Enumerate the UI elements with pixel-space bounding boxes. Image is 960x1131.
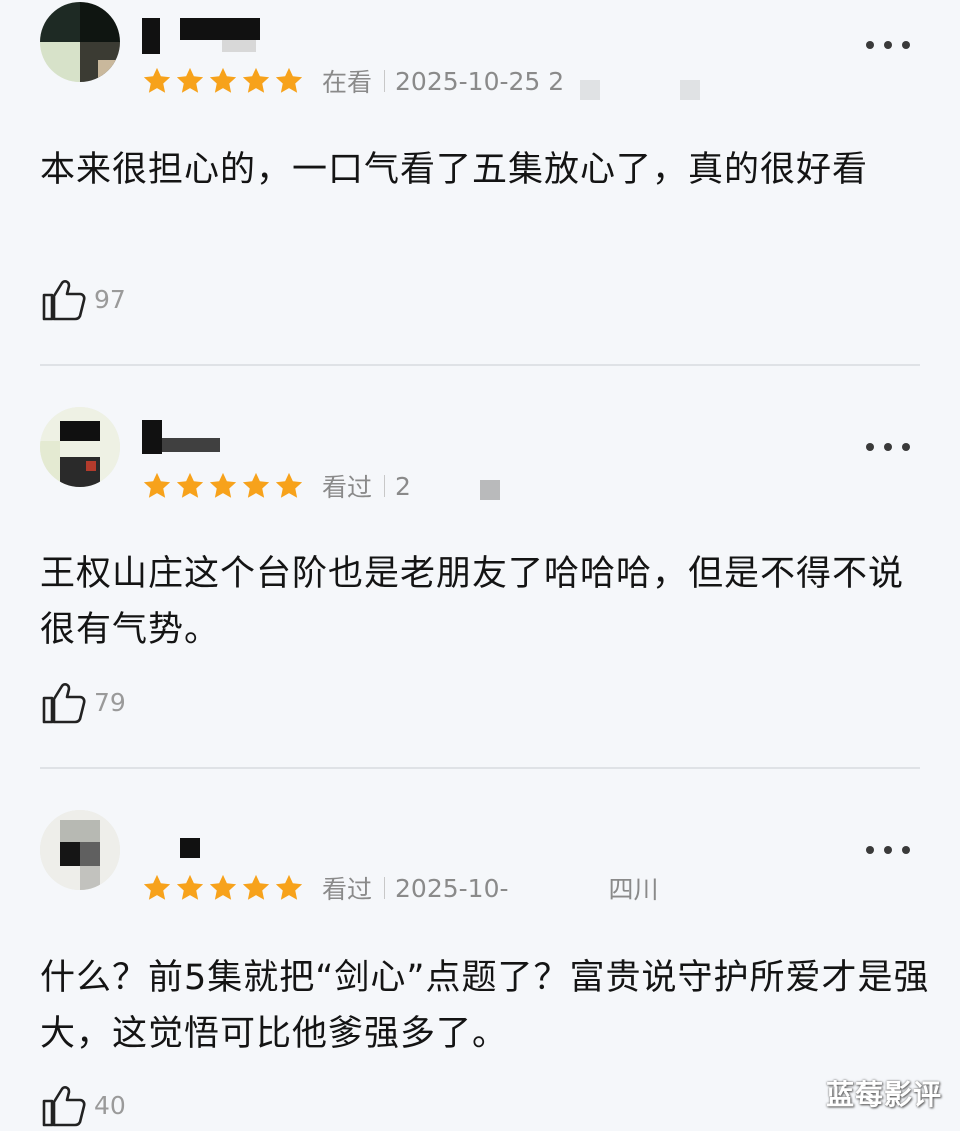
redacted-block (680, 80, 700, 100)
more-dots-icon (866, 443, 874, 451)
avatar[interactable] (40, 407, 120, 487)
star-icon (143, 472, 171, 498)
thumbs-up-icon (40, 1081, 88, 1129)
more-options-button[interactable] (866, 38, 910, 52)
like-button[interactable]: 97 (40, 274, 126, 324)
comment-location: 四川 (608, 875, 659, 904)
watermark: 蓝莓影评 (825, 1078, 942, 1111)
divider (40, 364, 920, 366)
more-dots-icon (866, 41, 874, 49)
comment-meta: 在看 2025-10-25 2 (142, 64, 564, 98)
more-options-button[interactable] (866, 440, 910, 454)
more-options-button[interactable] (866, 843, 910, 857)
more-dots-icon (866, 846, 874, 854)
rating-stars (142, 66, 304, 96)
star-icon (143, 67, 171, 93)
meta-divider (384, 70, 386, 92)
like-count: 40 (94, 1090, 126, 1120)
watch-status: 在看 (322, 68, 373, 97)
star-icon (209, 472, 237, 498)
like-count: 97 (94, 284, 126, 314)
meta-divider (384, 475, 386, 497)
meta-divider (384, 877, 386, 899)
comment-text: 王权山庄这个台阶也是老朋友了哈哈哈，但是不得不说很有气势。 (40, 554, 905, 650)
comment-date: 2 (395, 471, 411, 501)
rating-stars (142, 471, 304, 501)
star-icon (275, 874, 303, 900)
comment-date: 2025-10-25 2 (395, 66, 565, 96)
rating-stars (142, 873, 304, 903)
star-icon (242, 67, 270, 93)
username-redacted[interactable] (142, 420, 232, 454)
divider (40, 767, 920, 769)
redacted-block (480, 480, 500, 500)
thumbs-up-icon (40, 275, 88, 323)
username-redacted[interactable] (142, 838, 200, 870)
star-icon (143, 874, 171, 900)
star-icon (176, 874, 204, 900)
star-icon (176, 472, 204, 498)
star-icon (242, 874, 270, 900)
star-icon (242, 472, 270, 498)
comment-text: 本来很担心的，一口气看了五集放心了，真的很好看 (40, 150, 869, 190)
thumbs-up-icon (40, 678, 88, 726)
comment-text: 什么？前5集就把“剑心”点题了？富贵说守护所爱才是强大，这觉悟可比他爹强多了。 (40, 958, 930, 1054)
avatar[interactable] (40, 810, 120, 890)
comment-meta: 看过 2 (142, 469, 411, 503)
comment-meta: 看过 2025-10- 四川 (142, 871, 659, 905)
like-button[interactable]: 40 (40, 1080, 126, 1130)
star-icon (209, 67, 237, 93)
watch-status: 看过 (322, 473, 373, 502)
redacted-block (580, 80, 600, 100)
comment-date: 2025-10- (395, 873, 509, 903)
avatar[interactable] (40, 2, 120, 82)
star-icon (176, 67, 204, 93)
star-icon (209, 874, 237, 900)
like-count: 79 (94, 687, 126, 717)
like-button[interactable]: 79 (40, 677, 126, 727)
username-redacted[interactable] (142, 18, 262, 54)
watch-status: 看过 (322, 875, 373, 904)
star-icon (275, 472, 303, 498)
star-icon (275, 67, 303, 93)
